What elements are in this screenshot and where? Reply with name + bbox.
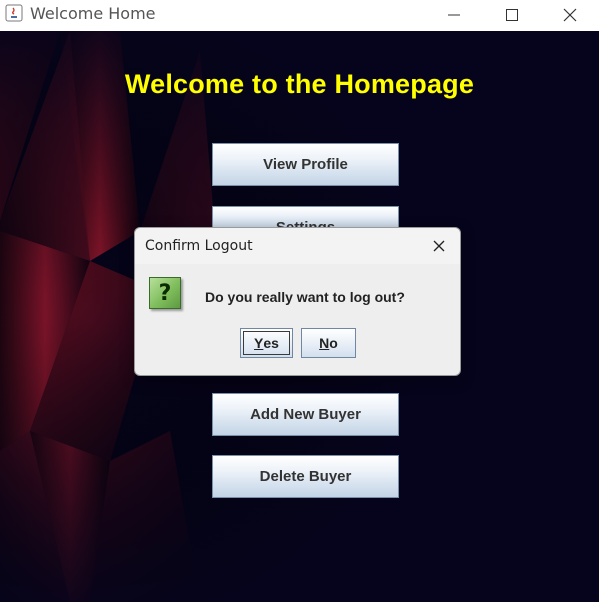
minimize-button[interactable]: [431, 0, 477, 30]
minimize-icon: [448, 14, 460, 16]
add-new-buyer-button[interactable]: Add New Buyer: [212, 393, 399, 436]
delete-buyer-button[interactable]: Delete Buyer: [212, 455, 399, 498]
java-app-icon: [5, 4, 23, 22]
no-button[interactable]: No: [301, 328, 356, 358]
maximize-icon: [506, 9, 518, 21]
close-icon: [433, 240, 445, 252]
yes-mnemonic: Y: [254, 335, 264, 351]
dialog-message: Do you really want to log out?: [205, 289, 405, 305]
confirm-logout-dialog: Confirm Logout ? Do you really want to l…: [134, 227, 461, 376]
maximize-button[interactable]: [489, 0, 535, 30]
window-title-bar: Welcome Home: [0, 0, 599, 30]
yes-label-rest: es: [263, 335, 279, 351]
dialog-close-button[interactable]: [427, 234, 451, 258]
close-window-button[interactable]: [547, 0, 593, 30]
question-icon: ?: [149, 277, 181, 309]
no-label-rest: o: [329, 335, 338, 351]
close-icon: [563, 8, 577, 22]
dialog-title: Confirm Logout: [145, 238, 253, 254]
welcome-heading: Welcome to the Homepage: [124, 69, 475, 99]
dialog-title-bar: Confirm Logout: [135, 228, 460, 264]
no-mnemonic: N: [319, 335, 330, 351]
view-profile-button[interactable]: View Profile: [212, 143, 399, 186]
yes-button[interactable]: Yes: [240, 328, 293, 358]
window-title: Welcome Home: [30, 4, 156, 23]
